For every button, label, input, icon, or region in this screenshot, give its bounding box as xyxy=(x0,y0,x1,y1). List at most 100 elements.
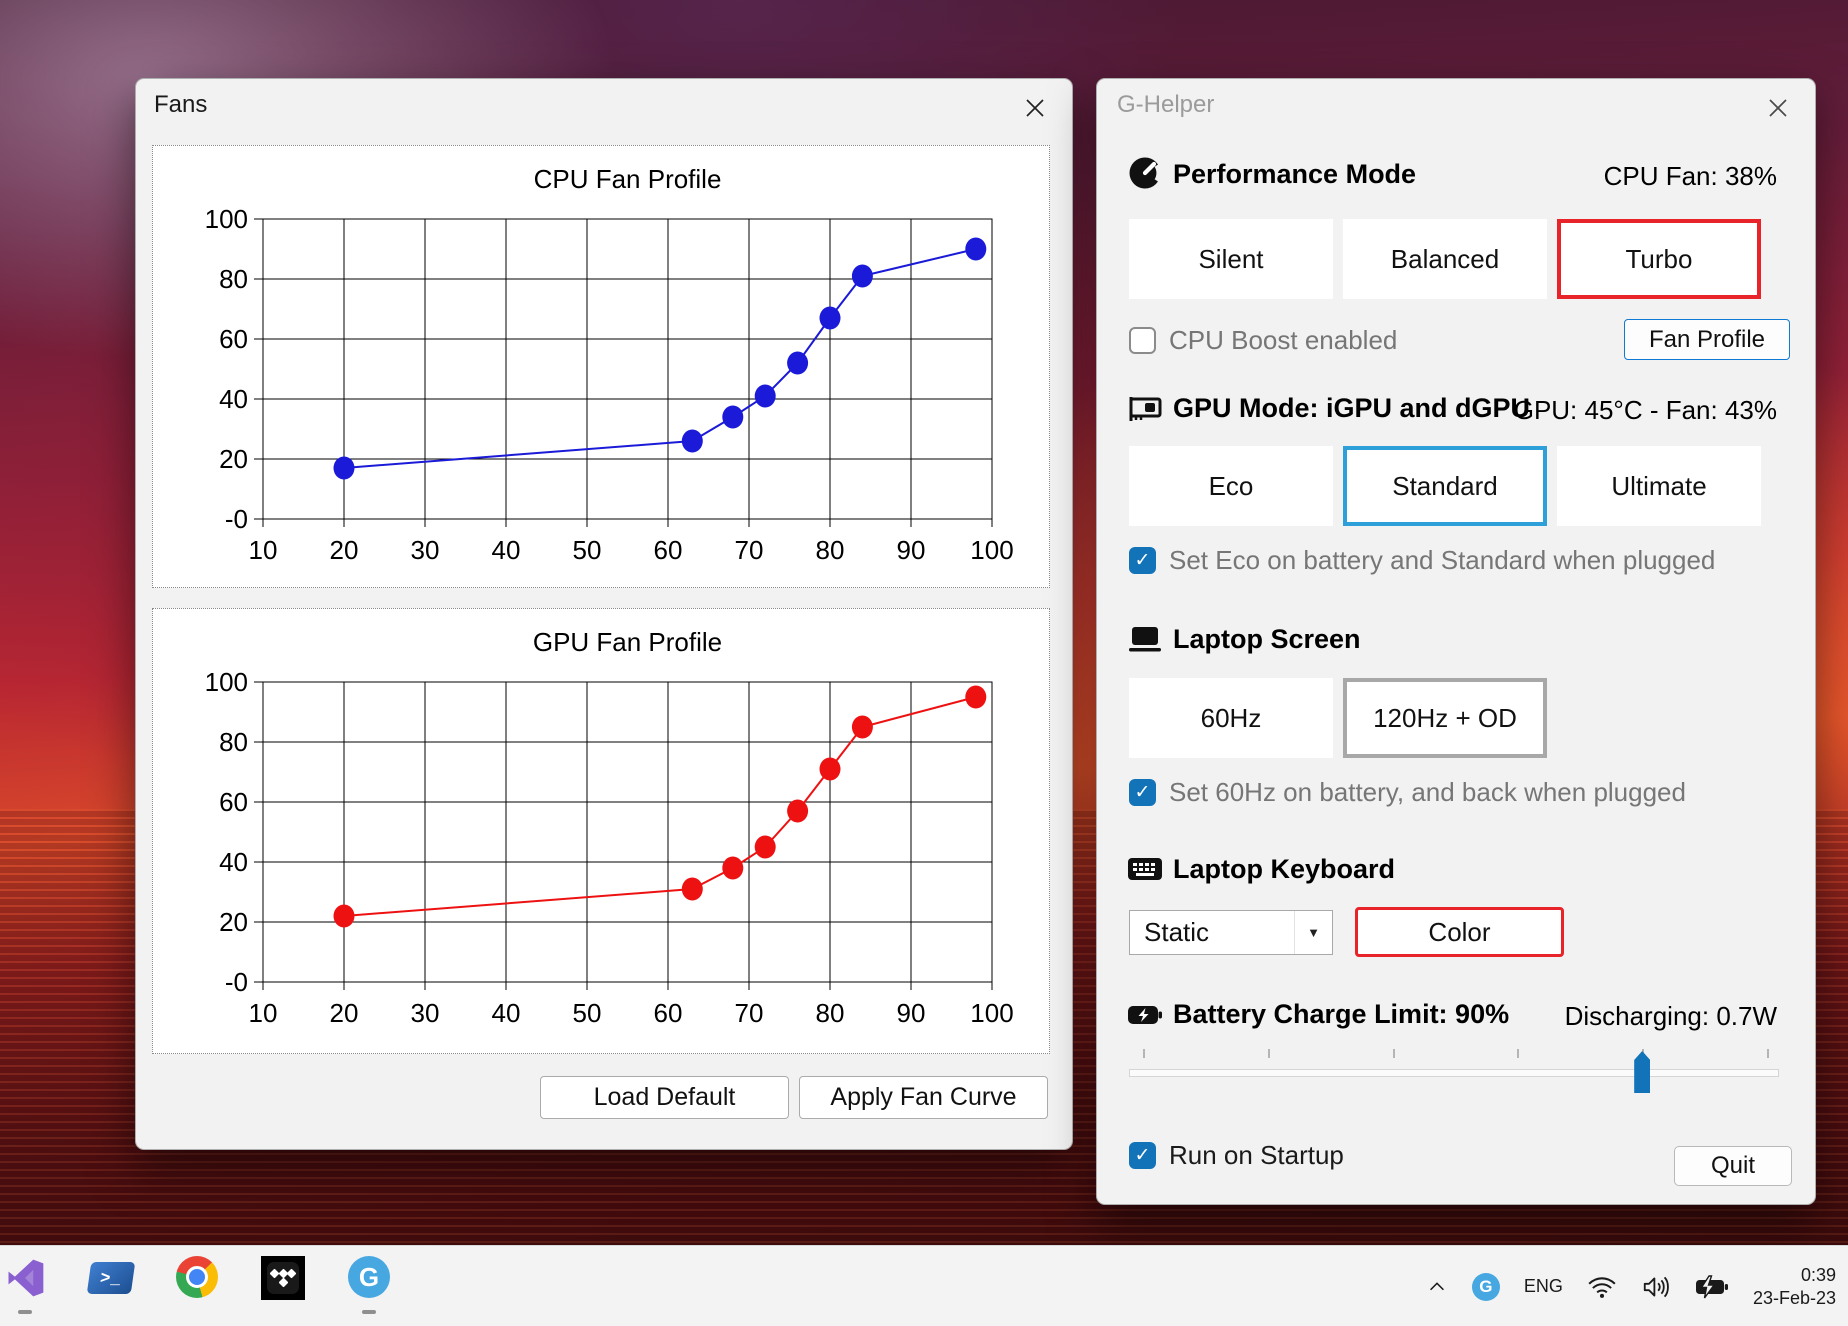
volume-icon[interactable] xyxy=(1641,1274,1671,1300)
chart-point[interactable] xyxy=(787,800,808,823)
quit-button[interactable]: Quit xyxy=(1674,1146,1792,1186)
cpu-boost-label: CPU Boost enabled xyxy=(1169,325,1397,356)
turbo-mode-button[interactable]: Turbo xyxy=(1557,219,1761,299)
svg-text:80: 80 xyxy=(816,998,845,1028)
svg-text:100: 100 xyxy=(205,667,248,697)
slider-thumb[interactable] xyxy=(1634,1051,1650,1093)
svg-text:20: 20 xyxy=(219,907,248,937)
gpu-mode-heading: GPU Mode: iGPU and dGPU xyxy=(1173,393,1530,424)
close-icon xyxy=(1766,96,1790,120)
chart-point[interactable] xyxy=(820,758,841,781)
svg-text:10: 10 xyxy=(249,998,278,1028)
desktop: Fans CPU Fan Profile10203040506070809010… xyxy=(0,0,1848,1326)
eco-gpu-button[interactable]: Eco xyxy=(1129,446,1333,526)
check-icon: ✓ xyxy=(1135,781,1151,804)
discharge-status: Discharging: 0.7W xyxy=(1565,1001,1777,1032)
screen-auto-checkbox[interactable]: ✓ xyxy=(1129,779,1156,806)
load-default-button[interactable]: Load Default xyxy=(540,1076,789,1119)
chevron-down-icon[interactable]: ▼ xyxy=(1294,911,1332,954)
slider-tick xyxy=(1393,1049,1395,1058)
wifi-icon[interactable] xyxy=(1587,1275,1617,1299)
screen-auto-label: Set 60Hz on battery, and back when plugg… xyxy=(1169,777,1686,808)
chart-point[interactable] xyxy=(852,716,873,739)
slider-tick xyxy=(1143,1049,1145,1058)
fans-window: Fans CPU Fan Profile10203040506070809010… xyxy=(135,78,1073,1150)
tray-chevron-up-icon[interactable] xyxy=(1426,1276,1448,1298)
chart-point[interactable] xyxy=(965,238,986,261)
taskbar-black-app-icon[interactable] xyxy=(260,1256,306,1316)
ultimate-gpu-button[interactable]: Ultimate xyxy=(1557,446,1761,526)
laptop-screen-heading: Laptop Screen xyxy=(1173,624,1361,655)
svg-text:CPU Fan Profile: CPU Fan Profile xyxy=(534,164,722,194)
keyboard-icon xyxy=(1127,851,1163,887)
ghelper-window: G-Helper Performance Mode CPU Fan: 38% S… xyxy=(1096,78,1816,1205)
gpu-fan-chart-panel: GPU Fan Profile102030405060708090100-020… xyxy=(152,608,1050,1054)
tray-ghelper-icon[interactable]: G xyxy=(1472,1273,1500,1301)
apply-fan-curve-button[interactable]: Apply Fan Curve xyxy=(799,1076,1048,1119)
svg-text:20: 20 xyxy=(219,444,248,474)
ghelper-close-button[interactable] xyxy=(1761,91,1795,125)
taskbar-chrome-icon[interactable] xyxy=(174,1256,220,1316)
language-indicator[interactable]: ENG xyxy=(1524,1276,1563,1297)
keyboard-mode-dropdown[interactable]: Static ▼ xyxy=(1129,910,1333,955)
clock-date: 23-Feb-23 xyxy=(1753,1287,1836,1310)
slider-tick xyxy=(1517,1049,1519,1058)
chart-point[interactable] xyxy=(755,836,776,859)
taskbar-powershell-icon[interactable]: >_ xyxy=(88,1256,134,1316)
cpu-boost-checkbox[interactable] xyxy=(1129,327,1156,354)
run-on-startup-label: Run on Startup xyxy=(1169,1140,1344,1171)
gpu-fan-chart[interactable]: GPU Fan Profile102030405060708090100-020… xyxy=(153,609,1049,1053)
slider-tick xyxy=(1268,1049,1270,1058)
cpu-fan-chart-panel: CPU Fan Profile102030405060708090100-020… xyxy=(152,145,1050,588)
slider-track[interactable] xyxy=(1129,1069,1779,1077)
svg-text:40: 40 xyxy=(492,535,521,565)
standard-gpu-button[interactable]: Standard xyxy=(1343,446,1547,526)
cpu-fan-chart[interactable]: CPU Fan Profile102030405060708090100-020… xyxy=(153,146,1049,587)
gpu-card-icon xyxy=(1127,391,1163,427)
taskbar-visual-studio-icon[interactable] xyxy=(2,1256,48,1316)
ghelper-icon: G xyxy=(348,1256,390,1298)
chart-point[interactable] xyxy=(334,905,355,928)
gpu-auto-label: Set Eco on battery and Standard when plu… xyxy=(1169,545,1715,576)
chart-point[interactable] xyxy=(820,307,841,330)
gpu-auto-checkbox[interactable]: ✓ xyxy=(1129,547,1156,574)
laptop-screen-icon xyxy=(1127,621,1163,657)
svg-text:GPU Fan Profile: GPU Fan Profile xyxy=(533,627,722,657)
chart-point[interactable] xyxy=(787,352,808,375)
check-icon: ✓ xyxy=(1135,549,1151,572)
tray-clock[interactable]: 0:39 23-Feb-23 xyxy=(1753,1264,1836,1310)
chart-point[interactable] xyxy=(852,265,873,288)
battery-limit-slider[interactable] xyxy=(1129,1049,1779,1095)
chart-point[interactable] xyxy=(722,857,743,880)
clock-time: 0:39 xyxy=(1801,1264,1836,1287)
svg-text:100: 100 xyxy=(205,204,248,234)
chart-point[interactable] xyxy=(682,430,703,453)
balanced-mode-button[interactable]: Balanced xyxy=(1343,219,1547,299)
svg-text:40: 40 xyxy=(219,384,248,414)
svg-text:40: 40 xyxy=(219,847,248,877)
chart-point[interactable] xyxy=(965,686,986,709)
taskbar-ghelper-icon[interactable]: G xyxy=(346,1256,392,1316)
battery-charging-icon[interactable] xyxy=(1695,1275,1729,1299)
keyboard-color-button[interactable]: Color xyxy=(1355,907,1564,957)
cpu-fan-status: CPU Fan: 38% xyxy=(1604,161,1777,192)
60hz-button[interactable]: 60Hz xyxy=(1129,678,1333,758)
svg-text:30: 30 xyxy=(411,535,440,565)
silent-mode-button[interactable]: Silent xyxy=(1129,219,1333,299)
gpu-status: GPU: 45°C - Fan: 43% xyxy=(1514,395,1777,426)
fans-close-button[interactable] xyxy=(1018,91,1052,125)
chart-point[interactable] xyxy=(755,385,776,408)
svg-text:10: 10 xyxy=(249,535,278,565)
fans-window-title: Fans xyxy=(154,91,207,119)
laptop-keyboard-heading: Laptop Keyboard xyxy=(1173,854,1395,885)
svg-text:50: 50 xyxy=(573,535,602,565)
chart-point[interactable] xyxy=(334,457,355,480)
taskbar: >_ G G xyxy=(0,1245,1848,1326)
check-icon: ✓ xyxy=(1135,1144,1151,1167)
chart-point[interactable] xyxy=(682,878,703,901)
chart-point[interactable] xyxy=(722,406,743,429)
svg-text:-0: -0 xyxy=(225,504,248,534)
120hz-od-button[interactable]: 120Hz + OD xyxy=(1343,678,1547,758)
fan-profile-button[interactable]: Fan Profile xyxy=(1624,319,1790,360)
run-on-startup-checkbox[interactable]: ✓ xyxy=(1129,1142,1156,1169)
